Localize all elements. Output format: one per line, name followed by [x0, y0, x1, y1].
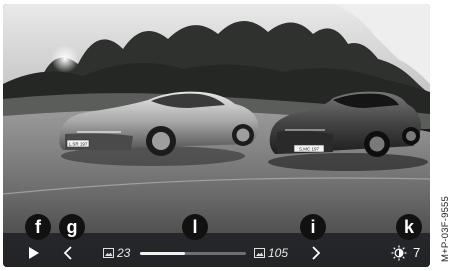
figure-id: M+P-03F-9555 — [440, 195, 450, 262]
callout-g: g — [59, 214, 85, 240]
image-icon — [103, 248, 114, 258]
total-image-count: 105 — [268, 246, 289, 260]
callout-f: f — [25, 214, 51, 240]
callout-i: i — [300, 214, 326, 240]
slideshow-progress-bar[interactable] — [140, 252, 246, 255]
play-icon[interactable] — [27, 246, 41, 260]
left-plate: L.SR 197 — [69, 142, 88, 147]
chevron-right-icon[interactable] — [310, 245, 322, 261]
chevron-left-icon[interactable] — [62, 245, 74, 261]
image-icon — [254, 248, 265, 258]
brightness-value: 7 — [413, 245, 421, 260]
callout-l: l — [182, 214, 208, 240]
brightness-icon[interactable] — [391, 245, 407, 261]
progress-fill — [140, 252, 185, 255]
callout-k: k — [396, 214, 422, 240]
current-image-index: 23 — [117, 246, 131, 260]
manual-figure: L.SR 197 S.MC 197 23 105 7 f g l i k M+P… — [0, 0, 450, 271]
right-plate: S.MC 197 — [299, 147, 320, 152]
